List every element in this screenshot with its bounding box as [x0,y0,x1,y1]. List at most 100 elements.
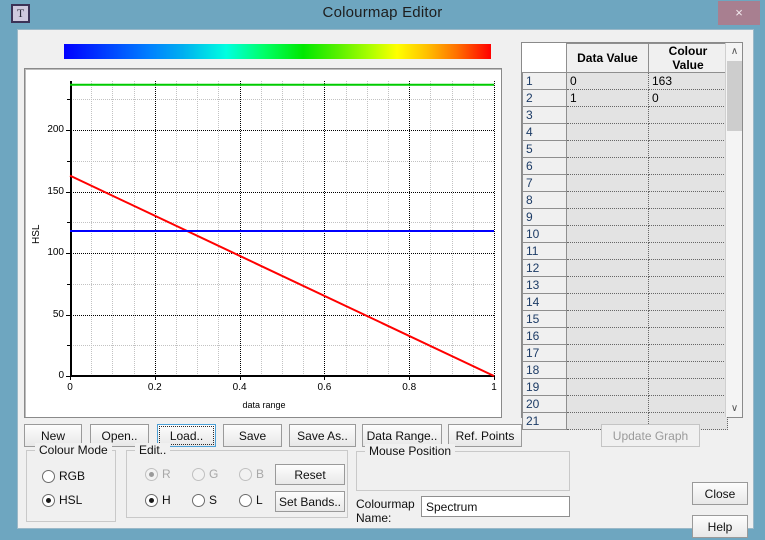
table-row[interactable]: 12 [522,259,728,277]
table-row[interactable]: 13 [522,276,728,294]
table-row[interactable]: 18 [522,361,728,379]
table-row[interactable]: 7 [522,174,728,192]
row-number[interactable]: 13 [522,276,567,294]
row-number[interactable]: 6 [522,157,567,175]
save-button[interactable]: Save [223,424,282,447]
row-number[interactable]: 1 [522,72,567,90]
table-row[interactable]: 16 [522,327,728,345]
close-button[interactable]: Close [692,482,748,505]
cell-data-value[interactable] [566,293,649,311]
cell-colour-value[interactable] [648,208,728,226]
table-row[interactable]: 4 [522,123,728,141]
table-row[interactable]: 17 [522,344,728,362]
row-number[interactable]: 10 [522,225,567,243]
cell-data-value[interactable]: 0 [566,72,649,90]
cell-colour-value[interactable] [648,106,728,124]
row-number[interactable]: 14 [522,293,567,311]
cell-colour-value[interactable] [648,310,728,328]
cell-data-value[interactable] [566,106,649,124]
cell-colour-value[interactable] [648,327,728,345]
radio-r[interactable]: R [145,467,171,481]
update-graph-button[interactable]: Update Graph [601,424,700,447]
row-number[interactable]: 3 [522,106,567,124]
table-row[interactable]: 8 [522,191,728,209]
row-number[interactable]: 12 [522,259,567,277]
colourmap-points-table[interactable]: Data Value Colour Value 1 0 163 2 1 0 3 4 5 6 7 8 9 1… [521,42,743,430]
cell-data-value[interactable] [566,344,649,362]
close-icon[interactable]: × [718,1,760,25]
cell-colour-value[interactable] [648,395,728,413]
radio-b[interactable]: B [239,467,264,481]
table-row[interactable]: 1 0 163 [522,72,728,90]
cell-data-value[interactable]: 1 [566,89,649,107]
cell-data-value[interactable] [566,242,649,260]
cell-colour-value[interactable] [648,174,728,192]
cell-colour-value[interactable] [648,123,728,141]
cell-colour-value[interactable] [648,259,728,277]
table-row[interactable]: 14 [522,293,728,311]
radio-g[interactable]: G [192,467,218,481]
cell-data-value[interactable] [566,361,649,379]
cell-data-value[interactable] [566,208,649,226]
row-number[interactable]: 15 [522,310,567,328]
table-row[interactable]: 210 [522,89,728,107]
radio-s[interactable]: S [192,493,217,507]
ref-points-button[interactable]: Ref. Points [448,424,522,447]
row-number[interactable]: 19 [522,378,567,396]
cell-data-value[interactable] [566,225,649,243]
save-as-button[interactable]: Save As.. [289,424,356,447]
scrollbar-thumb[interactable] [727,61,742,131]
table-row[interactable]: 19 [522,378,728,396]
cell-colour-value[interactable] [648,157,728,175]
table-row[interactable]: 10 [522,225,728,243]
radio-l[interactable]: L [239,493,263,507]
row-number[interactable]: 16 [522,327,567,345]
radio-h[interactable]: H [145,493,171,507]
cell-colour-value[interactable] [648,378,728,396]
cell-data-value[interactable] [566,276,649,294]
row-number[interactable]: 9 [522,208,567,226]
cell-colour-value[interactable] [648,293,728,311]
table-row[interactable]: 5 [522,140,728,158]
cell-data-value[interactable] [566,327,649,345]
help-button[interactable]: Help [692,515,748,538]
radio-hsl[interactable]: HSL [42,493,82,507]
colourmap-graph[interactable]: HSL data range 0 0.2 0.4 0.6 0.8 1 0 50 100 150 20… [24,68,502,418]
cell-colour-value[interactable] [648,361,728,379]
column-header-data-value[interactable]: Data Value [566,43,649,73]
row-number[interactable]: 5 [522,140,567,158]
row-number[interactable]: 7 [522,174,567,192]
cell-colour-value[interactable] [648,191,728,209]
table-scrollbar[interactable]: ∧ ∨ [725,43,742,417]
cell-data-value[interactable] [566,157,649,175]
cell-data-value[interactable] [566,395,649,413]
table-row[interactable]: 6 [522,157,728,175]
cell-data-value[interactable] [566,310,649,328]
row-number[interactable]: 4 [522,123,567,141]
scroll-up-icon[interactable]: ∧ [726,43,743,60]
table-row[interactable]: 3 [522,106,728,124]
table-row[interactable]: 15 [522,310,728,328]
cell-data-value[interactable] [566,191,649,209]
row-number[interactable]: 21 [522,412,567,430]
row-number[interactable]: 11 [522,242,567,260]
table-row[interactable]: 11 [522,242,728,260]
cell-data-value[interactable] [566,174,649,192]
column-header-colour-value[interactable]: Colour Value [648,43,728,73]
table-row[interactable]: 9 [522,208,728,226]
cell-data-value[interactable] [566,140,649,158]
scroll-down-icon[interactable]: ∨ [726,400,743,417]
row-number[interactable]: 18 [522,361,567,379]
set-bands-button[interactable]: Set Bands.. [275,491,345,512]
cell-data-value[interactable] [566,123,649,141]
cell-data-value[interactable] [566,259,649,277]
row-number[interactable]: 20 [522,395,567,413]
cell-colour-value[interactable] [648,225,728,243]
cell-colour-value[interactable] [648,276,728,294]
table-row[interactable]: 20 [522,395,728,413]
row-number[interactable]: 2 [522,89,567,107]
cell-data-value[interactable] [566,378,649,396]
row-number[interactable]: 8 [522,191,567,209]
reset-button[interactable]: Reset [275,464,345,485]
cell-colour-value[interactable]: 0 [648,89,728,107]
